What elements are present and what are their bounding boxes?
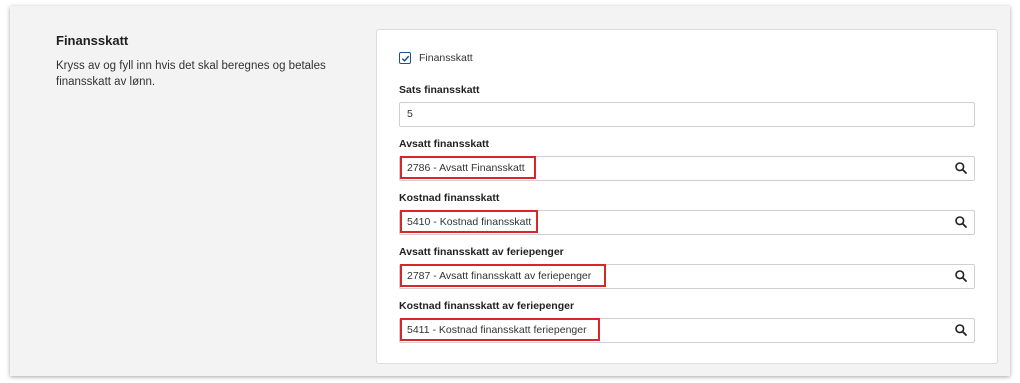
sats-label: Sats finansskatt xyxy=(399,84,480,96)
finansskatt-checkbox[interactable] xyxy=(399,52,411,64)
avsatt-label: Avsatt finansskatt xyxy=(399,138,490,150)
avsatt-ferie-label: Avsatt finansskatt av feriepenger xyxy=(399,246,564,258)
settings-panel: Finansskatt Kryss av og fyll inn hvis de… xyxy=(10,6,1010,376)
kostnad-input[interactable]: 5410 - Kostnad finansskatt xyxy=(399,210,975,235)
avsatt-ferie-search-button[interactable] xyxy=(954,269,968,283)
section-title: Finansskatt xyxy=(56,33,129,48)
kostnad-search-button[interactable] xyxy=(954,215,968,229)
kostnad-ferie-search-button[interactable] xyxy=(954,323,968,337)
search-icon xyxy=(955,216,967,228)
kostnad-ferie-input[interactable]: 5411 - Kostnad finansskatt feriepenger xyxy=(399,318,975,343)
search-icon xyxy=(955,270,967,282)
finansskatt-card: Finansskatt Sats finansskatt 5 Avsatt fi… xyxy=(376,29,998,364)
kostnad-ferie-value: 5411 - Kostnad finansskatt feriepenger xyxy=(407,324,587,336)
search-icon xyxy=(955,324,967,336)
avsatt-search-button[interactable] xyxy=(954,161,968,175)
avsatt-ferie-value: 2787 - Avsatt finansskatt av feriepenger xyxy=(407,270,592,282)
kostnad-ferie-label: Kostnad finansskatt av feriepenger xyxy=(399,300,575,312)
avsatt-input[interactable]: 2786 - Avsatt Finansskatt xyxy=(399,156,975,181)
kostnad-label: Kostnad finansskatt xyxy=(399,192,500,204)
sats-input[interactable]: 5 xyxy=(399,102,975,127)
check-icon xyxy=(401,55,409,62)
search-icon xyxy=(955,162,967,174)
section-description: Kryss av og fyll inn hvis det skal bereg… xyxy=(56,60,326,88)
checkbox-label: Finansskatt xyxy=(419,52,473,64)
avsatt-ferie-input[interactable]: 2787 - Avsatt finansskatt av feriepenger xyxy=(399,264,975,289)
sats-value: 5 xyxy=(407,108,413,120)
avsatt-value: 2786 - Avsatt Finansskatt xyxy=(407,162,525,174)
finansskatt-checkbox-row[interactable]: Finansskatt xyxy=(399,52,473,64)
kostnad-value: 5410 - Kostnad finansskatt xyxy=(407,216,532,228)
